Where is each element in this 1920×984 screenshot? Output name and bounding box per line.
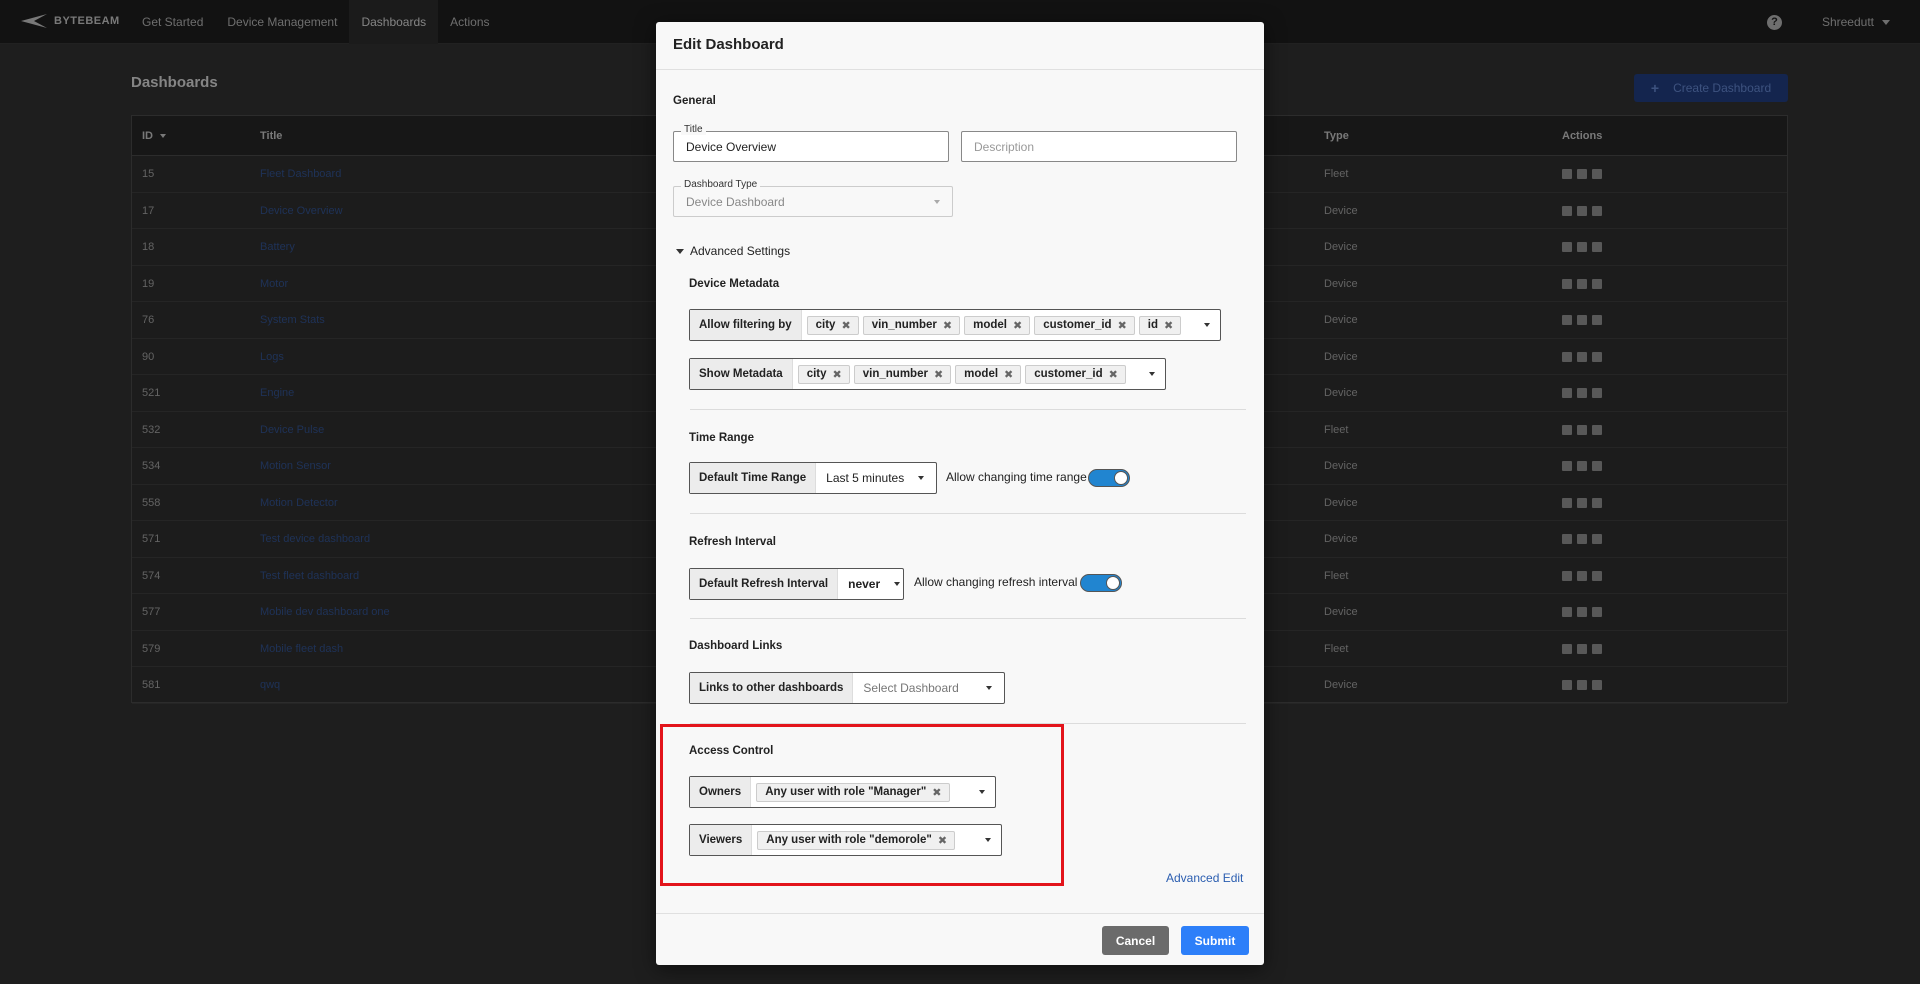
- remove-icon[interactable]: ✖: [932, 786, 941, 799]
- select-dashboard-placeholder[interactable]: Select Dashboard: [853, 673, 1004, 703]
- remove-icon[interactable]: ✖: [943, 319, 952, 332]
- refresh-interval-heading: Refresh Interval: [689, 536, 776, 548]
- remove-icon[interactable]: ✖: [1013, 319, 1022, 332]
- remove-icon[interactable]: ✖: [1164, 319, 1173, 332]
- advanced-settings-label: Advanced Settings: [690, 244, 791, 258]
- dashboard-type-select: Dashboard Type Device Dashboard: [673, 179, 953, 217]
- chevron-down-icon[interactable]: [1204, 323, 1210, 327]
- remove-icon[interactable]: ✖: [833, 368, 842, 381]
- modal-title: Edit Dashboard: [656, 22, 1264, 70]
- allow-refresh-interval-toggle[interactable]: [1080, 574, 1122, 592]
- section-divider: [690, 618, 1246, 619]
- filter-by-label: Allow filtering by: [690, 310, 802, 340]
- general-heading: General: [673, 95, 716, 107]
- default-time-range-dropdown[interactable]: Default Time Range Last 5 minutes: [689, 462, 937, 494]
- show-tag-chip: model ✖: [955, 364, 1022, 384]
- dashboard-links-heading: Dashboard Links: [689, 640, 783, 652]
- chip-label: customer_id: [1034, 368, 1103, 380]
- owner-role-chip: Any user with role "Manager" ✖: [756, 782, 950, 802]
- owners-label: Owners: [690, 777, 752, 807]
- device-metadata-heading: Device Metadata: [689, 278, 780, 290]
- title-input[interactable]: [674, 132, 948, 161]
- remove-icon[interactable]: ✖: [934, 368, 943, 381]
- show-tag-chip: customer_id ✖: [1025, 364, 1126, 384]
- viewers-tags: Any user with role "demorole" ✖: [752, 830, 956, 850]
- default-refresh-interval-dropdown[interactable]: Default Refresh Interval never: [689, 568, 904, 600]
- caret-down-icon: [676, 248, 684, 254]
- viewers-label: Viewers: [690, 825, 753, 855]
- filter-by-tags: city ✖ vin_number ✖ model ✖ customer_id ✖ id ✖: [802, 315, 1182, 335]
- access-control-heading: Access Control: [689, 745, 774, 757]
- time-range-value-text: Last 5 minutes: [826, 471, 905, 485]
- chip-label: vin_number: [862, 368, 928, 380]
- advanced-settings-toggle[interactable]: Advanced Settings: [676, 244, 790, 258]
- time-range-heading: Time Range: [689, 432, 754, 444]
- chevron-down-icon: [894, 582, 901, 586]
- filter-tag-chip: vin_number ✖: [862, 315, 961, 335]
- default-time-range-label: Default Time Range: [690, 463, 817, 493]
- select-dashboard-text: Select Dashboard: [863, 681, 959, 695]
- edit-dashboard-modal: Edit Dashboard General Title Dashboard T…: [656, 22, 1264, 965]
- toggle-knob: [1114, 471, 1128, 485]
- show-tag-chip: city ✖: [797, 364, 850, 384]
- remove-icon[interactable]: ✖: [1109, 368, 1118, 381]
- chevron-down-icon[interactable]: [985, 838, 991, 842]
- chevron-down-icon[interactable]: [1149, 372, 1155, 376]
- owners-tags: Any user with role "Manager" ✖: [751, 782, 950, 802]
- chip-label: customer_id: [1043, 319, 1112, 331]
- show-metadata-multiselect[interactable]: Show Metadata city ✖ vin_number ✖ model ✖ cust…: [689, 358, 1166, 390]
- chip-label: model: [973, 319, 1007, 331]
- section-divider: [690, 513, 1246, 514]
- toggle-knob: [1106, 576, 1120, 590]
- chevron-down-icon[interactable]: [979, 790, 985, 794]
- remove-icon[interactable]: ✖: [1004, 368, 1013, 381]
- viewer-role-chip: Any user with role "demorole" ✖: [757, 830, 956, 850]
- filter-by-multiselect[interactable]: Allow filtering by city ✖ vin_number ✖ model…: [689, 309, 1221, 341]
- chip-label: id: [1147, 319, 1159, 331]
- viewers-multiselect[interactable]: Viewers Any user with role "demorole" ✖: [689, 824, 1002, 856]
- remove-icon[interactable]: ✖: [938, 834, 947, 847]
- allow-time-range-toggle[interactable]: [1088, 469, 1130, 487]
- filter-tag-chip: id ✖: [1138, 315, 1182, 335]
- remove-icon[interactable]: ✖: [1118, 319, 1127, 332]
- filter-tag-chip: city ✖: [806, 315, 859, 335]
- chip-label: vin_number: [871, 319, 937, 331]
- advanced-edit-link[interactable]: Advanced Edit: [1166, 871, 1243, 885]
- show-metadata-tags: city ✖ vin_number ✖ model ✖ customer_id ✖: [793, 364, 1126, 384]
- dashboard-links-dropdown[interactable]: Links to other dashboards Select Dashboa…: [689, 672, 1005, 704]
- default-refresh-interval-value[interactable]: never: [838, 569, 910, 599]
- remove-icon[interactable]: ✖: [841, 319, 850, 332]
- chip-label: model: [964, 368, 999, 380]
- owners-multiselect[interactable]: Owners Any user with role "Manager" ✖: [689, 776, 996, 808]
- dashboard-links-label: Links to other dashboards: [690, 673, 854, 703]
- chip-label: city: [806, 368, 827, 380]
- show-metadata-label: Show Metadata: [690, 359, 793, 389]
- default-refresh-interval-label: Default Refresh Interval: [690, 569, 839, 599]
- filter-tag-chip: model ✖: [964, 315, 1031, 335]
- refresh-interval-toggle-label: Allow changing refresh interval: [914, 575, 1078, 589]
- viewer-role-text: Any user with role "demorole": [766, 834, 932, 846]
- refresh-interval-value-text: never: [848, 577, 881, 591]
- description-input[interactable]: [962, 132, 1236, 161]
- dashboard-type-value: Device Dashboard: [686, 195, 785, 209]
- modal-footer: Cancel Submit: [656, 913, 1264, 965]
- section-divider: [690, 409, 1246, 410]
- filter-tag-chip: customer_id ✖: [1034, 315, 1135, 335]
- chevron-down-icon: [986, 686, 992, 690]
- default-time-range-value[interactable]: Last 5 minutes: [816, 463, 934, 493]
- owner-role-text: Any user with role "Manager": [765, 786, 927, 798]
- submit-button[interactable]: Submit: [1181, 926, 1249, 955]
- time-range-toggle-label: Allow changing time range: [946, 470, 1087, 484]
- description-field[interactable]: [961, 131, 1237, 162]
- chevron-down-icon: [918, 476, 925, 480]
- chip-label: city: [815, 319, 836, 331]
- title-field[interactable]: Title: [673, 124, 949, 162]
- show-tag-chip: vin_number ✖: [853, 364, 952, 384]
- chevron-down-icon: [934, 200, 940, 204]
- cancel-button[interactable]: Cancel: [1102, 926, 1169, 955]
- title-field-label: Title: [681, 124, 706, 135]
